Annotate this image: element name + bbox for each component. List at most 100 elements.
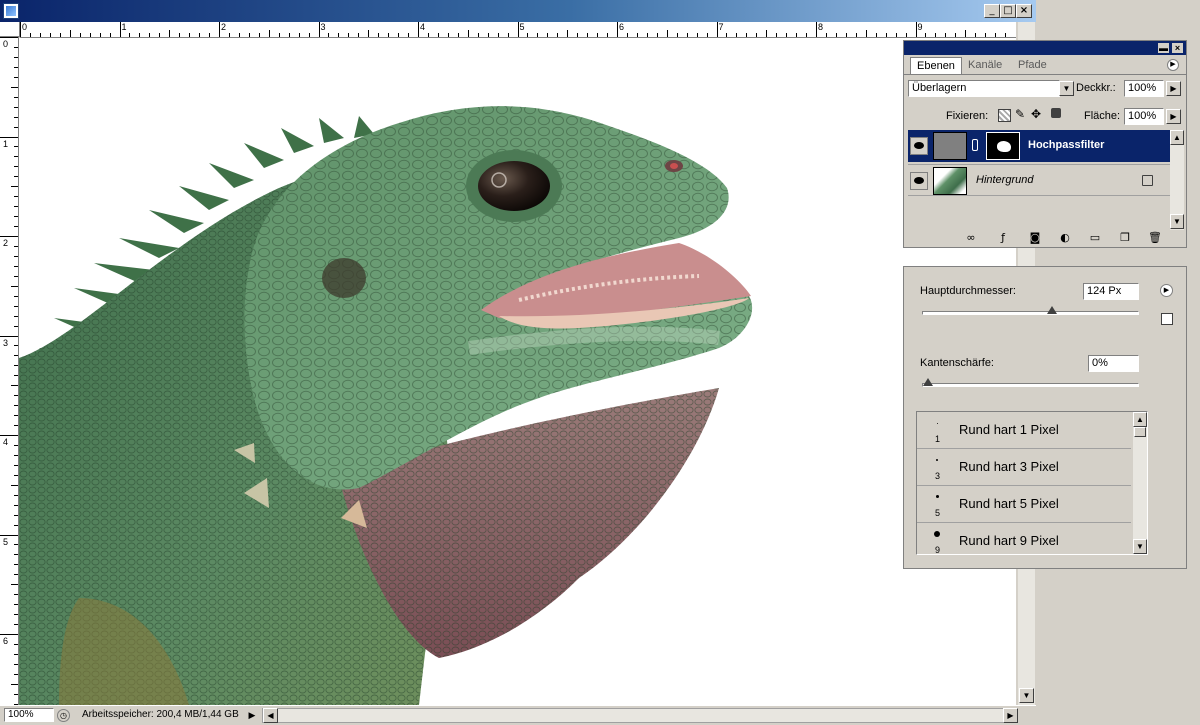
ruler-tick xyxy=(189,33,191,37)
palette-close-button[interactable]: × xyxy=(1172,43,1183,53)
layer-row-hintergrund[interactable]: Hintergrund xyxy=(908,164,1170,196)
opacity-arrow-icon[interactable]: ▶ xyxy=(1166,81,1181,96)
fill-arrow-icon[interactable]: ▶ xyxy=(1166,109,1181,124)
diameter-input[interactable]: 124 Px xyxy=(1083,283,1139,300)
scroll-up-button[interactable]: ▲ xyxy=(1133,412,1147,427)
diameter-slider[interactable] xyxy=(922,306,1139,315)
ruler-tick xyxy=(14,464,18,466)
ruler-tick xyxy=(497,33,499,37)
blend-mode-select[interactable]: Überlagern xyxy=(908,80,1060,97)
palette-minimize-button[interactable]: ▬ xyxy=(1158,43,1169,53)
layer-row-hochpassfilter[interactable]: Hochpassfilter xyxy=(908,130,1170,162)
palette-menu-icon[interactable]: ▶ xyxy=(1167,59,1179,71)
scroll-left-button[interactable]: ◀ xyxy=(263,708,278,723)
scroll-right-button[interactable]: ▶ xyxy=(1003,708,1018,723)
ruler-tick xyxy=(14,146,18,148)
opacity-input[interactable]: 100% xyxy=(1124,80,1164,97)
list-item[interactable]: 5 Rund hart 5 Pixel xyxy=(917,486,1131,523)
scroll-thumb[interactable] xyxy=(1134,427,1146,437)
lock-transparency-icon[interactable] xyxy=(998,109,1011,122)
layer-name[interactable]: Hintergrund xyxy=(976,174,1033,186)
ruler-tick xyxy=(517,22,519,37)
hardness-input[interactable]: 0% xyxy=(1088,355,1139,372)
layer-name[interactable]: Hochpassfilter xyxy=(1028,139,1104,151)
ruler-tick xyxy=(427,33,429,37)
ruler-tick xyxy=(965,30,967,37)
blend-mode-dropdown-icon[interactable]: ▼ xyxy=(1059,81,1074,96)
brush-preset-list[interactable]: 1 Rund hart 1 Pixel 3 Rund hart 3 Pixel … xyxy=(916,411,1148,555)
ruler-tick xyxy=(567,30,569,37)
list-item[interactable]: 1 Rund hart 1 Pixel xyxy=(917,412,1131,449)
ruler-label: 5 xyxy=(3,536,9,547)
zoom-input[interactable]: 100% xyxy=(4,708,54,722)
tab-kanaele[interactable]: Kanäle xyxy=(962,57,1010,74)
scroll-up-button[interactable]: ▲ xyxy=(1170,130,1184,145)
visibility-eye-icon[interactable] xyxy=(910,137,928,155)
ruler-tick xyxy=(686,33,688,37)
photoshop-document-icon[interactable] xyxy=(3,3,19,19)
ruler-tick xyxy=(467,30,469,37)
tab-pfade[interactable]: Pfade xyxy=(1012,57,1054,74)
layers-palette-title-bar[interactable]: ▬ × xyxy=(904,41,1186,55)
new-preset-icon[interactable] xyxy=(1161,313,1173,325)
clock-icon[interactable]: ◷ xyxy=(57,709,70,722)
opacity-label: Deckkr.: xyxy=(1076,82,1116,94)
link-layers-icon[interactable]: ∞ xyxy=(964,231,978,245)
horizontal-ruler[interactable]: 0 1 2 3 4 5 6 7 8 9 xyxy=(20,22,1016,38)
add-mask-icon[interactable]: ◙ xyxy=(1028,231,1042,245)
maximize-button[interactable]: □ xyxy=(1000,4,1016,18)
status-menu-arrow-icon[interactable]: ▶ xyxy=(246,709,258,721)
vertical-ruler[interactable]: 0 1 2 3 4 5 6 xyxy=(0,37,19,705)
ruler-tick xyxy=(14,126,18,128)
fill-input[interactable]: 100% xyxy=(1124,108,1164,125)
new-group-folder-icon[interactable]: ▭ xyxy=(1088,231,1102,245)
ruler-tick xyxy=(587,33,589,37)
layer-style-icon[interactable]: ƒ xyxy=(996,231,1010,245)
tab-ebenen[interactable]: Ebenen xyxy=(910,57,962,74)
scroll-down-button[interactable]: ▼ xyxy=(1133,539,1147,554)
layer-mask-thumbnail[interactable] xyxy=(986,132,1020,160)
ruler-tick xyxy=(14,355,18,357)
scroll-down-button[interactable]: ▼ xyxy=(1170,214,1184,229)
ruler-tick xyxy=(0,335,18,337)
scroll-down-button[interactable]: ▼ xyxy=(1019,688,1034,703)
ruler-tick xyxy=(845,33,847,37)
ruler-tick xyxy=(14,106,18,108)
list-item[interactable]: 3 Rund hart 3 Pixel xyxy=(917,449,1131,486)
ruler-tick xyxy=(14,643,18,645)
link-chain-icon[interactable] xyxy=(972,139,978,151)
hardness-slider[interactable] xyxy=(922,378,1139,387)
document-title-bar[interactable]: _ □ × xyxy=(0,0,1036,22)
minimize-button[interactable]: _ xyxy=(984,4,1000,18)
diameter-slider-knob[interactable] xyxy=(1047,306,1058,314)
visibility-eye-icon[interactable] xyxy=(910,172,928,190)
list-item[interactable]: 9 Rund hart 9 Pixel xyxy=(917,523,1131,554)
layers-scrollbar[interactable]: ▲ ▼ xyxy=(1170,130,1184,230)
close-button[interactable]: × xyxy=(1016,4,1032,18)
ruler-tick xyxy=(646,33,648,37)
ruler-tick xyxy=(0,37,18,38)
adjustment-layer-icon[interactable]: ◐ xyxy=(1058,231,1072,245)
ruler-tick xyxy=(14,76,18,78)
ruler-tick xyxy=(14,405,18,407)
lock-pixels-brush-icon[interactable]: ✎ xyxy=(1015,107,1025,121)
ruler-tick xyxy=(169,30,171,37)
ruler-label: 3 xyxy=(3,337,9,348)
horizontal-scrollbar[interactable]: ◀ ▶ xyxy=(262,708,1018,723)
ruler-origin[interactable] xyxy=(0,22,20,37)
brush-size: 9 xyxy=(935,545,941,554)
image-canvas[interactable] xyxy=(19,38,1016,705)
ruler-tick xyxy=(766,30,768,37)
brush-list-scrollbar[interactable]: ▲ ▼ xyxy=(1133,412,1147,554)
lock-all-icon[interactable] xyxy=(1051,108,1061,118)
delete-layer-trash-icon[interactable]: 🗑 xyxy=(1148,231,1162,245)
lock-position-move-icon[interactable]: ✥ xyxy=(1031,107,1041,121)
ruler-tick xyxy=(139,33,141,37)
hardness-slider-knob[interactable] xyxy=(923,378,933,386)
ruler-tick xyxy=(20,22,21,37)
ruler-tick xyxy=(14,325,18,327)
brush-menu-icon[interactable]: ▶ xyxy=(1160,284,1173,297)
ruler-label: 7 xyxy=(718,22,724,32)
ruler-tick xyxy=(14,56,18,58)
new-layer-icon[interactable]: ❐ xyxy=(1118,231,1132,245)
